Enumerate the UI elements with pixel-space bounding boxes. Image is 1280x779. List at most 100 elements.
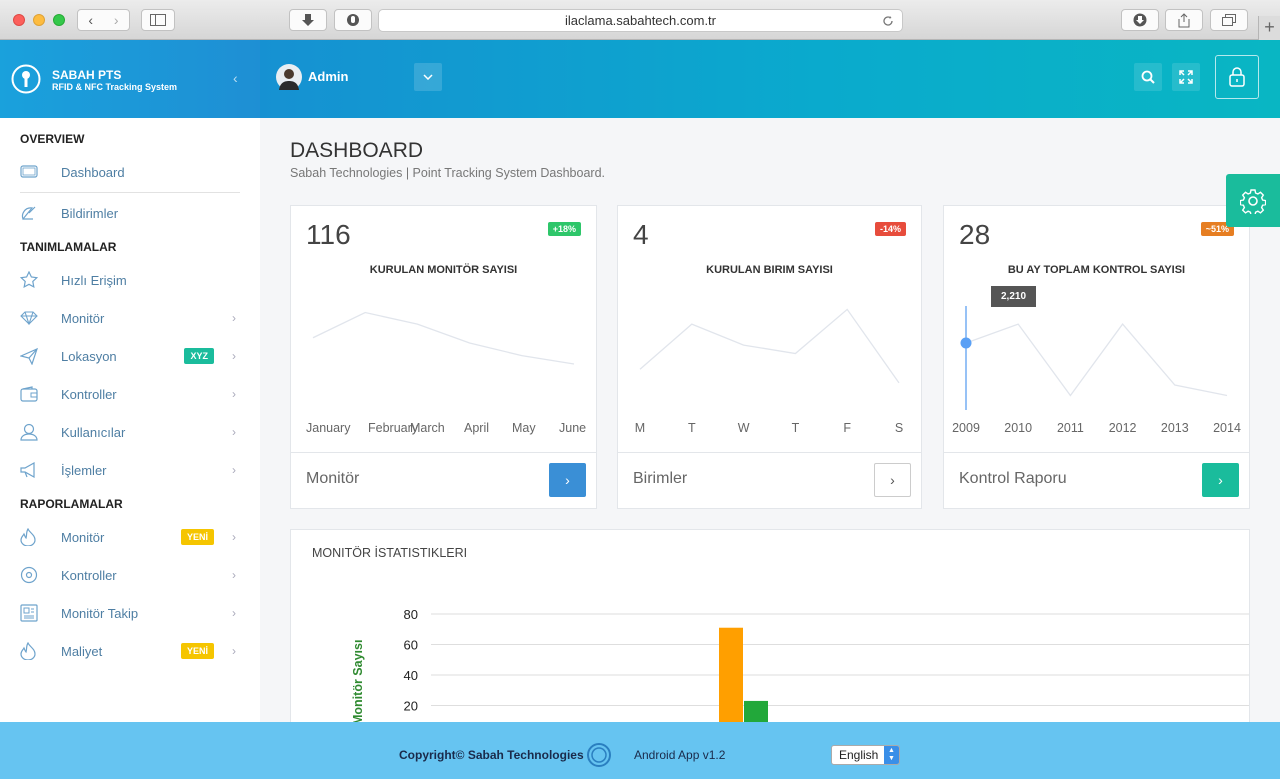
kontrol-raporu-go-button[interactable]: › — [1202, 463, 1239, 497]
monitor-icon — [20, 165, 38, 178]
downloads-button[interactable] — [1121, 9, 1159, 31]
bar[interactable] — [719, 627, 743, 722]
sidebar-section-tanimlamalar: TANIMLAMALAR — [20, 240, 117, 254]
bar[interactable] — [744, 700, 768, 722]
sidebar-item-hizli-erisim[interactable]: Hızlı Erişim — [20, 265, 240, 295]
sidebar-item-islemler[interactable]: İşlemler › — [20, 455, 240, 485]
card-footer: Kontrol Raporu › — [944, 452, 1249, 508]
sidebar-item-kontroller-rapor[interactable]: Kontroller › — [20, 560, 240, 590]
search-button[interactable] — [1134, 63, 1162, 91]
y-tick-label: 20 — [404, 699, 418, 714]
chevron-right-icon: › — [565, 472, 570, 488]
hover-point — [960, 337, 972, 349]
back-icon[interactable]: ‹ — [88, 12, 93, 28]
user-icon — [20, 423, 38, 441]
megaphone-icon — [20, 462, 35, 478]
lokasyon-badge: XYZ — [184, 348, 214, 364]
settings-panel-toggle[interactable] — [1226, 174, 1280, 227]
page-title: DASHBOARD — [290, 139, 424, 162]
stat-card-kontrol: 28 ~51% BU AY TOPLAM KONTROL SAYISI 2,21… — [943, 205, 1250, 509]
share-icon — [1178, 12, 1190, 27]
paper-plane-icon — [20, 347, 38, 365]
x-tick-label: June — [559, 421, 587, 435]
y-axis-label: Monitör Sayısı — [351, 640, 365, 722]
sidebar-item-maliyet[interactable]: Maliyet YENİ › — [20, 636, 240, 666]
tabs-icon — [1222, 14, 1236, 26]
search-icon — [1141, 70, 1155, 84]
sidebar-divider — [20, 192, 240, 193]
arrow-down-icon — [302, 14, 314, 26]
chevron-right-icon: › — [1218, 472, 1223, 488]
sidebar-section-raporlamalar: RAPORLAMALAR — [20, 497, 123, 511]
sidebar-item-dashboard[interactable]: Dashboard — [20, 157, 240, 187]
lock-button[interactable] — [1215, 55, 1259, 99]
stat-title: BU AY TOPLAM KONTROL SAYISI — [1007, 264, 1186, 276]
series-line — [312, 311, 575, 365]
user-name: Admin — [308, 69, 349, 84]
sidebar-item-monitor[interactable]: Monitör › — [20, 303, 240, 333]
sidebar-item-bildirimler[interactable]: Bildirimler — [20, 198, 240, 228]
card-footer: Monitör › — [291, 452, 596, 508]
monitor-go-button[interactable]: › — [549, 463, 586, 497]
android-app-link[interactable]: Android App v1.2 — [634, 748, 725, 762]
forward-icon[interactable]: › — [114, 12, 119, 28]
change-badge: +18% — [547, 222, 581, 236]
top-bar: Admin — [260, 40, 1280, 118]
new-tab-button[interactable]: + — [1258, 16, 1280, 40]
brand-tagline: RFID & NFC Tracking System — [52, 82, 178, 92]
share-button[interactable] — [1165, 9, 1203, 31]
card-footer: Birimler › — [618, 452, 921, 508]
sidebar-item-kontroller[interactable]: Kontroller › — [20, 379, 240, 409]
collapse-sidebar-icon[interactable]: ‹ — [233, 70, 238, 86]
select-arrows-icon: ▲ ▼ — [884, 746, 899, 764]
footer: Copyright© Sabah Technologies Android Ap… — [0, 722, 1280, 779]
language-value: English — [839, 748, 879, 762]
series-line — [965, 323, 1228, 397]
sidebar-item-label: İşlemler — [61, 462, 107, 478]
flame-icon — [20, 642, 36, 660]
satellite-dish-icon — [21, 206, 36, 221]
star-icon — [20, 271, 38, 289]
brand-block: SABAH PTS RFID & NFC Tracking System ‹ — [0, 40, 260, 118]
ghostery-button[interactable] — [334, 9, 372, 31]
bar-chart: 80 60 40 20 Monitör Sayısı — [351, 607, 1249, 722]
chevron-right-icon: › — [890, 472, 895, 488]
sidebar-toggle-button[interactable] — [141, 9, 175, 31]
download-extension-button[interactable] — [289, 9, 327, 31]
user-menu-button[interactable] — [414, 63, 442, 91]
chevron-right-icon: › — [232, 349, 236, 363]
url-bar[interactable]: ilaclama.sabahtech.com.tr — [378, 9, 903, 32]
sidebar-item-monitor-takip[interactable]: Monitör Takip › — [20, 598, 240, 628]
sidebar-item-label: Hızlı Erişim — [61, 272, 127, 288]
minimize-window-button[interactable] — [33, 14, 45, 26]
x-tick-label: 2014 — [1213, 421, 1241, 435]
diamond-icon — [20, 311, 38, 325]
sidebar-item-label: Kontroller — [61, 386, 117, 402]
chevron-right-icon: › — [232, 387, 236, 401]
main-content: DASHBOARD Sabah Technologies | Point Tra… — [260, 118, 1280, 722]
card-footer-label: Birimler — [633, 470, 688, 487]
series-line — [639, 308, 900, 384]
tabs-overview-button[interactable] — [1210, 9, 1248, 31]
chevron-right-icon: › — [232, 568, 236, 582]
stat-value: 28 — [959, 219, 991, 250]
sidebar-item-monitor-rapor[interactable]: Monitör YENİ › — [20, 522, 240, 552]
browser-chrome: ‹ › ilaclama.sabahtech.com.tr + — [0, 0, 1280, 40]
stat-value: 116 — [306, 219, 351, 250]
sidebar-item-kullanicilar[interactable]: Kullanıcılar › — [20, 417, 240, 447]
close-window-button[interactable] — [13, 14, 25, 26]
reload-icon[interactable] — [882, 15, 894, 27]
new-badge: YENİ — [180, 643, 214, 659]
sidebar-item-lokasyon[interactable]: Lokasyon XYZ › — [20, 341, 240, 371]
sidebar-item-label: Monitör — [61, 310, 105, 326]
stat-title: KURULAN BIRIM SAYISI — [706, 264, 833, 276]
wallet-icon — [20, 386, 38, 402]
y-tick-label: 40 — [404, 668, 418, 683]
language-select[interactable]: English ▲ ▼ — [831, 745, 900, 765]
birimler-go-button[interactable]: › — [874, 463, 911, 497]
zoom-window-button[interactable] — [53, 14, 65, 26]
fullscreen-button[interactable] — [1172, 63, 1200, 91]
logo-icon — [11, 64, 41, 94]
y-tick-label: 60 — [404, 638, 418, 653]
avatar[interactable] — [276, 64, 302, 90]
